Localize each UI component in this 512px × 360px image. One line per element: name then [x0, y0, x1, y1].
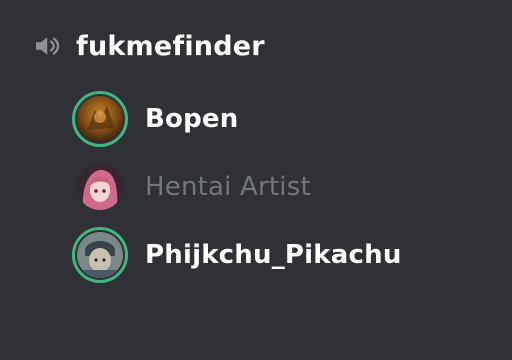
voice-user-hentai-artist[interactable]: Hentai Artist — [72, 157, 311, 217]
username: Bopen — [145, 104, 239, 134]
avatar-frame — [72, 159, 128, 215]
speaking-indicator — [72, 227, 128, 283]
voice-user-phijkchu-pikachu[interactable]: Phijkchu_Pikachu — [72, 225, 402, 285]
username: Hentai Artist — [145, 172, 311, 202]
avatar — [77, 96, 123, 142]
avatar — [77, 164, 123, 210]
username: Phijkchu_Pikachu — [145, 240, 402, 270]
voice-channel-panel: fukmefinder Bopen Hentai Artist Phijkchu… — [0, 0, 512, 360]
avatar — [77, 232, 123, 278]
speaker-icon — [30, 30, 62, 62]
voice-channel[interactable]: fukmefinder — [30, 26, 265, 66]
speaking-indicator — [72, 91, 128, 147]
channel-name: fukmefinder — [76, 30, 265, 62]
voice-user-bopen[interactable]: Bopen — [72, 89, 238, 149]
